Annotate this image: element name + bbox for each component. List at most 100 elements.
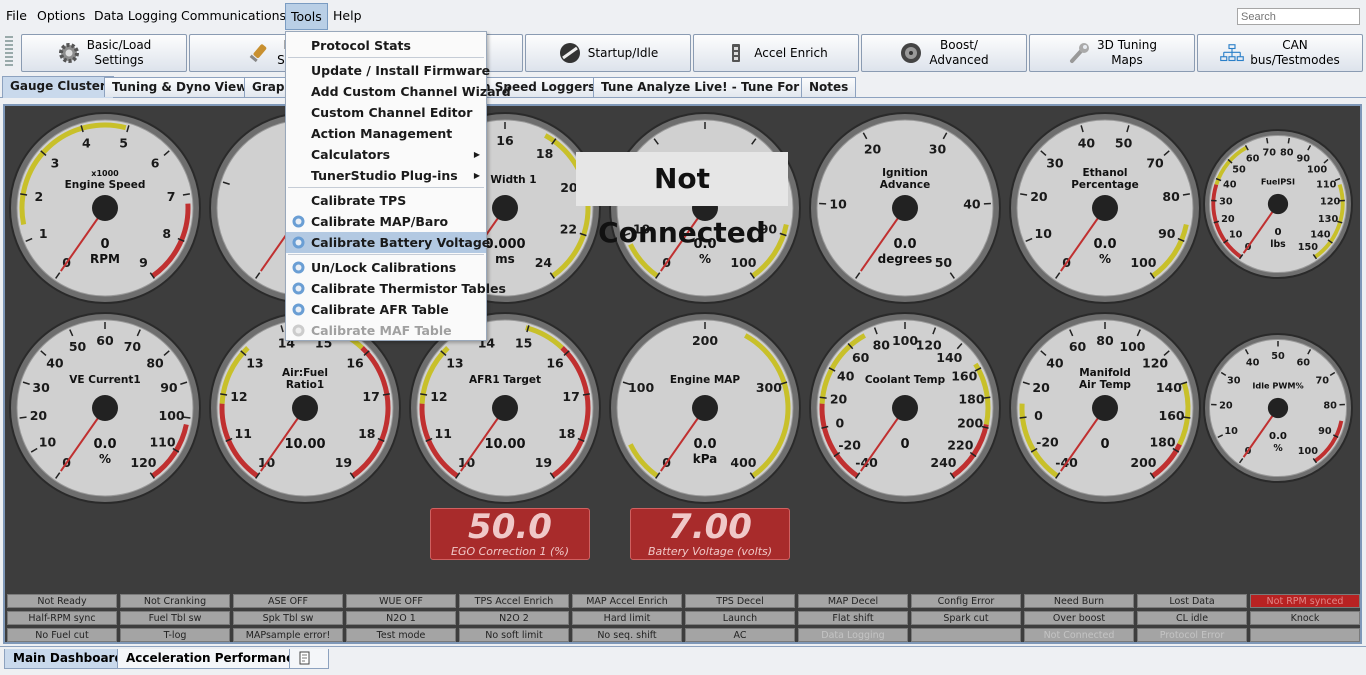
gauge-tick-label: 120 [1320,196,1341,207]
calibration-icon [291,260,306,275]
gauge-tick-label: 20 [30,408,48,423]
tab-tune-analyze-live[interactable]: Tune Analyze Live! - Tune For You [593,77,836,97]
gauge-title: VE Current1 [69,374,140,386]
tab-main-dashboard[interactable]: Main Dashboard [4,649,133,669]
gauge-tick-label: 80 [1162,189,1180,204]
calibration-icon [291,235,306,250]
gauge-tick-label: 70 [124,339,142,354]
menu-help[interactable]: Help [333,8,362,23]
menu-options[interactable]: Options [37,8,85,23]
gear-icon [57,41,81,65]
indicator-lamp: Spark cut [911,611,1021,625]
indicator-lamp [1250,628,1360,642]
toolbar-grip[interactable] [5,36,13,68]
boost-advanced-button[interactable]: Boost/Advanced [861,34,1027,72]
menu-tools[interactable]: Tools [285,3,328,30]
indicator-lamp: Not Connected [1024,628,1134,642]
gauge-tick-label: 40 [1046,355,1064,370]
menu-item-label: Calibrate MAP/Baro [311,214,449,229]
gauge-tick-label: 16 [496,133,514,148]
gauge-units: lbs [1270,239,1286,250]
gauge-tick-label: 11 [435,426,452,441]
indicator-lamp: Not Ready [7,594,117,608]
tab-notes[interactable]: Notes [801,77,857,97]
menu-item-calibrate-battery-voltage[interactable]: Calibrate Battery Voltage [286,232,490,253]
menu-item-update-install-firmware[interactable]: Update / Install Firmware [286,60,490,81]
gauge-value: 0 [900,437,909,452]
3d-tuning-maps-button[interactable]: 3D Tuning Maps [1029,34,1195,72]
menu-file[interactable]: File [6,8,27,23]
gauge-tick-label: 110 [1316,179,1337,190]
idle-icon [558,41,582,65]
gauge-tick-label: -20 [1036,434,1059,449]
menu-item-label: Custom Channel Editor [311,105,473,120]
menu-item-label: Calibrate MAF Table [311,323,452,338]
gauge-tick-label: 80 [1323,400,1337,411]
menu-item-protocol-stats[interactable]: Protocol Stats [286,35,486,56]
gauge-value: 0.0 [1093,237,1116,252]
gauge-value: 10.00 [284,437,325,452]
tab-tuning-dyno-views[interactable]: Tuning & Dyno Views [104,77,263,97]
tab-acceleration-performance[interactable]: Acceleration Performance [117,649,311,669]
menu-item-calibrate-tps[interactable]: Calibrate TPS [286,190,486,211]
gauge-tick-label: 17 [562,389,579,404]
menu-item-tunerstudio-plug-ins[interactable]: TunerStudio Plug-ins ▶ [286,165,486,186]
menu-item-label: Calibrate Thermistor Tables [311,281,506,296]
button-label: Advanced [929,53,989,67]
gauge-title: Coolant Temp [865,374,946,386]
gauge-tick-label: 20 [1221,214,1235,225]
menu-separator [288,57,484,58]
gauge-tick-label: 16 [346,355,364,370]
basic-load-settings-button[interactable]: Basic/Load Settings [21,34,187,72]
indicator-lamp: Over boost [1024,611,1134,625]
menu-item-calculators[interactable]: Calculators ▶ [286,144,486,165]
gauge: 0100200300400Engine MAP0.0kPa [609,312,801,504]
can-bus-testmodes-button[interactable]: CAN bus/Testmodes [1197,34,1363,72]
gauge-tick-label: 7 [167,189,176,204]
calibration-icon [291,214,306,229]
menu-item-calibrate-afr-table[interactable]: Calibrate AFR Table [286,299,486,320]
indicator-lamp: MAPsample error! [233,628,343,642]
button-label: Boost/ [940,38,978,52]
calibration-icon [291,281,306,296]
new-page-icon [299,651,310,665]
menu-item-calibrate-thermistor-tables[interactable]: Calibrate Thermistor Tables [286,278,506,299]
indicator-lamp: Test mode [346,628,456,642]
tab-gauge-cluster[interactable]: Gauge Cluster [2,76,114,98]
menu-item-label: TunerStudio Plug-ins [311,168,458,183]
injector-icon [247,41,271,65]
button-label: Settings [94,53,144,67]
gauge-tick-label: 19 [335,455,352,470]
gauge-tick-label: 30 [1046,155,1064,170]
gauge: 0123456789x1000Engine Speed0RPM [9,112,201,304]
indicator-lamp: N2O 2 [459,611,569,625]
gauge-title: Advance [880,179,930,191]
gauge-value: 10.00 [484,437,525,452]
menu-communications[interactable]: Communications [181,8,286,23]
gauge-title: Air:Fuel [282,367,328,379]
gauge-tick-label: 10 [1224,426,1238,437]
gauge-title: Air Temp [1079,379,1131,391]
gauge-tick-label: 80 [1280,148,1294,159]
button-label: Accel Enrich [754,45,828,60]
menu-item-add-custom-channel-wizard[interactable]: Add Custom Channel Wizard [286,81,511,102]
search-input[interactable] [1237,8,1360,25]
menu-item-action-management[interactable]: Action Management [286,123,486,144]
accel-icon [724,41,748,65]
menu-item-custom-channel-editor[interactable]: Custom Channel Editor [286,102,486,123]
menu-data-logging[interactable]: Data Logging [94,8,177,23]
gauge-tick-label: 20 [1219,400,1233,411]
accel-enrich-button[interactable]: Accel Enrich [693,34,859,72]
gauge: 0102030405060708090100Idle PWM%0.0% [1203,333,1353,483]
menu-item-calibrate-map-baro[interactable]: Calibrate MAP/Baro [286,211,486,232]
gauge-tick-label: 100 [1307,164,1328,175]
gauge-tick-label: 18 [358,426,375,441]
gauge-value: 0.000 [484,237,525,252]
menu-item-label: Calculators [311,147,391,162]
indicator-lamp: Half-RPM sync [7,611,117,625]
add-tab-button[interactable] [289,649,329,669]
gauge-tick-label: 400 [730,455,756,470]
gauge-tick-label: 0 [1034,408,1043,423]
menu-item-un-lock-calibrations[interactable]: Un/Lock Calibrations [286,257,486,278]
startup-idle-button[interactable]: Startup/Idle [525,34,691,72]
